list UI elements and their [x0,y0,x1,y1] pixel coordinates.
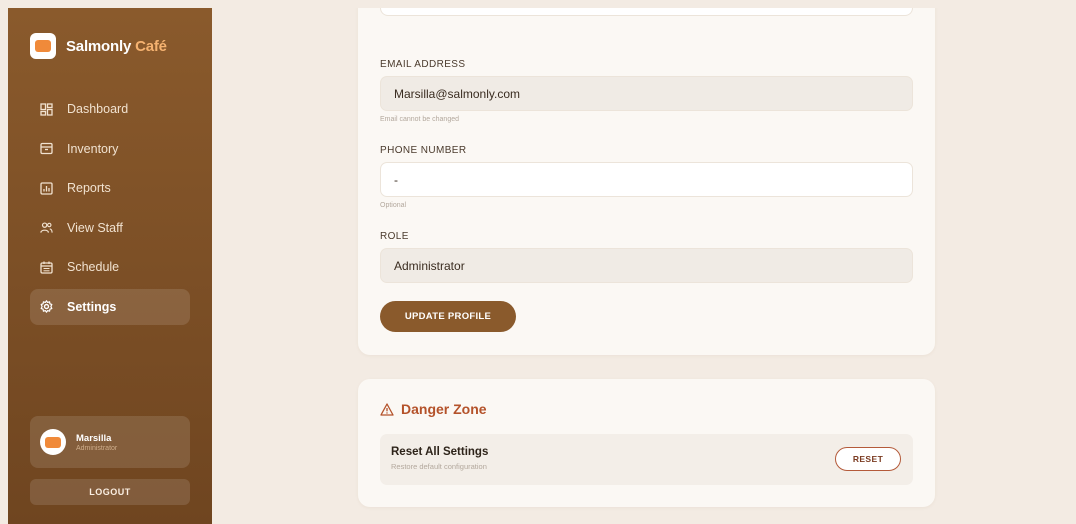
avatar [40,429,66,455]
email-field: Marsilla@salmonly.com [380,76,913,111]
email-label: EMAIL ADDRESS [380,59,466,70]
role-field: Administrator [380,248,913,283]
archive-box-icon [40,142,53,155]
dashboard-grid-icon [40,102,53,116]
reset-button[interactable]: RESET [835,447,901,471]
sidebar-item-label: Inventory [67,141,119,156]
calendar-icon [40,261,53,274]
danger-zone-card: Danger Zone Reset All Settings Restore d… [358,379,935,507]
sidebar: Salmonly Café Dashboard Inventory Report… [8,8,212,524]
reset-settings-title: Reset All Settings [391,446,489,458]
update-profile-button[interactable]: UPDATE PROFILE [380,301,516,332]
gear-icon [40,300,53,313]
danger-zone-title-text: Danger Zone [401,401,487,417]
reset-settings-subtitle: Restore default configuration [391,462,487,471]
profile-card: EMAIL ADDRESS Marsilla@salmonly.com Emai… [358,8,935,355]
name-field[interactable] [380,8,913,16]
report-chart-icon [40,181,53,195]
role-label: ROLE [380,231,409,242]
sidebar-item-reports[interactable]: Reports [30,170,190,206]
user-role: Administrator [76,444,118,452]
phone-label: PHONE NUMBER [380,145,467,156]
sidebar-item-label: Schedule [67,260,120,274]
sidebar-item-dashboard[interactable]: Dashboard [30,91,190,127]
warning-icon [380,402,394,416]
brand-name: Salmonly Café [66,38,167,55]
user-profile-card[interactable]: Marsilla Administrator [30,416,190,468]
sidebar-item-settings[interactable]: Settings [30,288,190,325]
brand-name-main: Salmonly [66,37,132,55]
sidebar-item-label: View Staff [67,220,123,235]
user-info: Marsilla Administrator [76,433,117,452]
sidebar-item-view-staff[interactable]: View Staff [30,210,190,246]
sidebar-item-inventory[interactable]: Inventory [30,131,190,167]
brand-logo-icon [30,33,56,59]
sidebar-item-label: Settings [67,299,117,314]
sidebar-item-schedule[interactable]: Schedule [30,249,190,285]
email-helper-text: Email cannot be changed [380,116,459,123]
logout-button[interactable]: LOGOUT [30,479,190,505]
app-window: Salmonly Café Dashboard Inventory Report… [8,8,1068,524]
reset-settings-row: Reset All Settings Restore default confi… [380,434,913,485]
brand: Salmonly Café [30,33,167,59]
sidebar-item-label: Dashboard [67,102,129,116]
phone-helper-text: Optional [380,202,407,209]
brand-name-accent: Café [135,37,167,55]
sidebar-item-label: Reports [67,181,111,195]
danger-zone-title: Danger Zone [380,401,487,417]
user-name: Marsilla [76,432,112,444]
users-icon [40,221,53,234]
phone-field[interactable]: - [380,162,913,197]
sidebar-nav: Dashboard Inventory Reports View Staff S… [30,91,190,328]
